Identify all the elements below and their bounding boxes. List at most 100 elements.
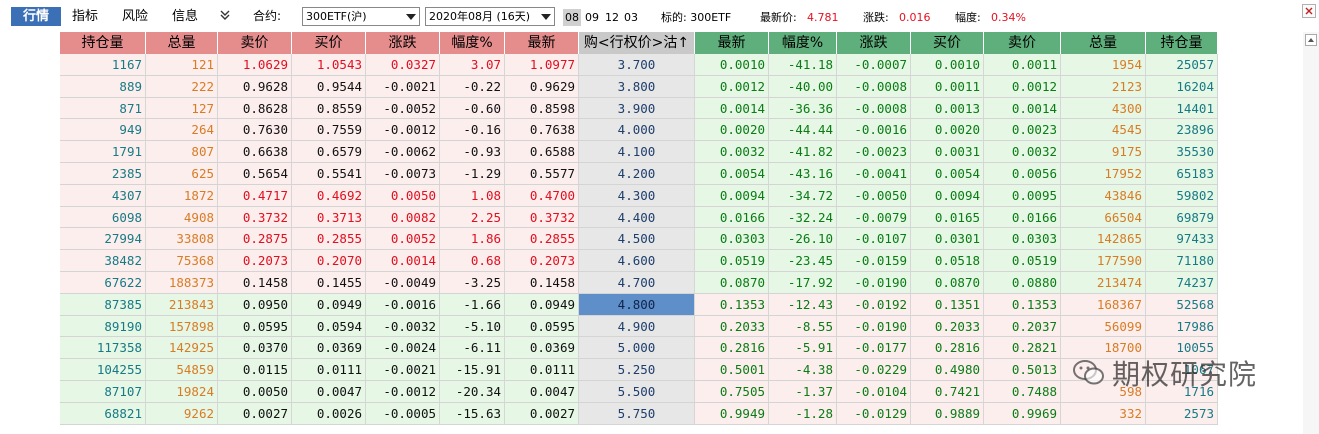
call-bid-cell: 0.0111 [292,359,366,380]
strike-cell[interactable]: 5.000 [579,337,695,359]
call-last-cell: 0.8598 [505,97,579,119]
strike-cell[interactable]: 3.700 [579,54,695,75]
header-call-oi[interactable]: 持仓量 [60,32,146,54]
header-put-last[interactable]: 最新 [695,32,769,54]
call-change-cell: -0.0024 [366,337,440,359]
expiry-chip-12[interactable]: 12 [605,9,619,26]
put-last-cell: 0.0094 [695,184,769,206]
strike-cell[interactable]: 4.500 [579,228,695,250]
table-row[interactable]: 68821 9262 0.0027 0.0026 -0.0005 -15.63 0.0027… [60,402,1218,425]
header-put-volume[interactable]: 总量 [1061,32,1146,54]
table-row[interactable]: 1167 121 1.0629 1.0543 0.0327 3.07 1.0977 3.700… [60,54,1218,76]
strike-cell[interactable]: 5.750 [579,402,695,424]
header-put-bid[interactable]: 买价 [911,32,984,54]
put-oi-cell: 97433 [1146,228,1218,250]
strike-cell[interactable]: 5.250 [579,359,695,380]
put-ask-cell: 0.0166 [984,206,1061,228]
call-volume-cell: 4908 [146,206,218,228]
table-row[interactable]: 2385 625 0.5654 0.5541 -0.0073 -1.29 0.5577 4.2… [60,162,1218,185]
strike-cell[interactable]: 5.500 [579,380,695,402]
strike-cell[interactable]: 4.700 [579,271,695,293]
put-volume-cell: 9175 [1061,141,1146,162]
expiry-chip-08[interactable]: 08 [563,9,581,26]
contract-select[interactable]: 300ETF(沪) [302,7,420,26]
header-put-change[interactable]: 涨跌 [837,32,911,54]
call-ask-cell: 0.9628 [218,75,292,97]
call-bid-cell: 0.0594 [292,315,366,337]
call-bid-cell: 0.2855 [292,228,366,250]
header-put-ask[interactable]: 卖价 [984,32,1061,54]
call-volume-cell: 807 [146,141,218,162]
table-row[interactable]: 89190 157898 0.0595 0.0594 -0.0032 -5.10 0.059… [60,315,1218,338]
table-row[interactable]: 38482 75368 0.2073 0.2070 0.0014 0.68 0.2073 4.… [60,250,1218,272]
expiry-select-value: 2020年08月 (16天) [429,10,531,23]
table-row[interactable]: 87385 213843 0.0950 0.0949 -0.0016 -1.66 0.094… [60,293,1218,316]
put-oi-cell: 25057 [1146,54,1218,75]
put-bid-cell: 0.9889 [911,402,984,424]
header-call-pct[interactable]: 幅度% [440,32,505,54]
vertical-scrollbar[interactable] [1303,32,1319,434]
call-bid-cell: 0.3713 [292,206,366,228]
header-call-change[interactable]: 涨跌 [366,32,440,54]
tab-info[interactable]: 信息 [170,7,200,26]
toolbar: 行情 指标 风险 信息 合约: 300ETF(沪) 2020年08月 (16天)… [0,0,1319,32]
strike-cell[interactable]: 4.100 [579,141,695,162]
put-bid-cell: 0.4980 [911,359,984,380]
strike-cell[interactable]: 4.400 [579,206,695,228]
scroll-up-icon[interactable] [1305,34,1317,46]
call-pct-cell: -0.93 [440,141,505,162]
put-change-cell: -0.0190 [837,315,911,337]
put-last-cell: 0.7505 [695,380,769,402]
table-row[interactable]: 104255 54859 0.0115 0.0111 -0.0021 -15.91 0.01… [60,359,1218,381]
call-bid-cell: 0.7559 [292,119,366,141]
call-oi-cell: 67622 [60,271,146,293]
put-bid-cell: 0.0020 [911,119,984,141]
call-oi-cell: 6098 [60,206,146,228]
double-chevron-down-icon[interactable] [219,9,231,24]
strike-cell[interactable]: 3.800 [579,75,695,97]
call-pct-cell: -3.25 [440,271,505,293]
header-call-bid[interactable]: 买价 [292,32,366,54]
close-icon[interactable] [1302,4,1316,18]
strike-cell[interactable]: 4.300 [579,184,695,206]
table-row[interactable]: 871 127 0.8628 0.8559 -0.0052 -0.60 0.8598 3.90… [60,97,1218,120]
strike-cell[interactable]: 4.200 [579,162,695,184]
header-call-ask[interactable]: 卖价 [218,32,292,54]
tab-quotes[interactable]: 行情 [11,7,61,26]
header-strike[interactable]: 购<行权价>沽↑ [579,32,695,54]
header-call-last[interactable]: 最新 [505,32,579,54]
table-row[interactable]: 27994 33808 0.2875 0.2855 0.0052 1.86 0.2855 4.… [60,228,1218,251]
put-pct-cell: -17.92 [769,271,837,293]
table-row[interactable]: 4307 1872 0.4717 0.4692 0.0050 1.08 0.4700 4.30… [60,184,1218,207]
header-put-pct[interactable]: 幅度% [769,32,837,54]
header-call-volume[interactable]: 总量 [146,32,218,54]
strike-cell[interactable]: 4.900 [579,315,695,337]
put-volume-cell: 56099 [1061,315,1146,337]
put-oi-cell: 71180 [1146,250,1218,271]
expiry-select[interactable]: 2020年08月 (16天) [425,7,555,26]
strike-cell[interactable]: 3.900 [579,97,695,119]
put-pct-cell: -26.10 [769,228,837,250]
strike-cell[interactable]: 4.800 [579,293,695,315]
table-row[interactable]: 6098 4908 0.3732 0.3713 0.0082 2.25 0.3732 4.40… [60,206,1218,229]
expiry-chip-03[interactable]: 03 [624,9,638,26]
table-row[interactable]: 117358 142925 0.0370 0.0369 -0.0024 -6.11 0.03… [60,337,1218,360]
put-change-cell: -0.0007 [837,54,911,75]
call-oi-cell: 949 [60,119,146,141]
table-row[interactable]: 889 222 0.9628 0.9544 -0.0021 -0.22 0.9629 3.80… [60,75,1218,98]
table-row[interactable]: 87107 19824 0.0050 0.0047 -0.0012 -20.34 0.004… [60,380,1218,403]
strike-cell[interactable]: 4.000 [579,119,695,141]
call-volume-cell: 1872 [146,184,218,206]
strike-cell[interactable]: 4.600 [579,250,695,271]
put-volume-cell: 4545 [1061,119,1146,141]
underlying-label: 标的: 300ETF [661,11,732,24]
tab-risk[interactable]: 风险 [120,7,150,26]
table-row[interactable]: 67622 188373 0.1458 0.1455 -0.0049 -3.25 0.145… [60,271,1218,294]
table-row[interactable]: 1791 807 0.6638 0.6579 -0.0062 -0.93 0.6588 4.1… [60,141,1218,163]
header-put-oi[interactable]: 持仓量 [1146,32,1218,54]
put-volume-cell: 168367 [1061,293,1146,315]
expiry-chip-09[interactable]: 09 [585,9,599,26]
call-bid-cell: 0.9544 [292,75,366,97]
tab-indicators[interactable]: 指标 [70,7,100,26]
table-row[interactable]: 949 264 0.7630 0.7559 -0.0012 -0.16 0.7638 4.00… [60,119,1218,142]
